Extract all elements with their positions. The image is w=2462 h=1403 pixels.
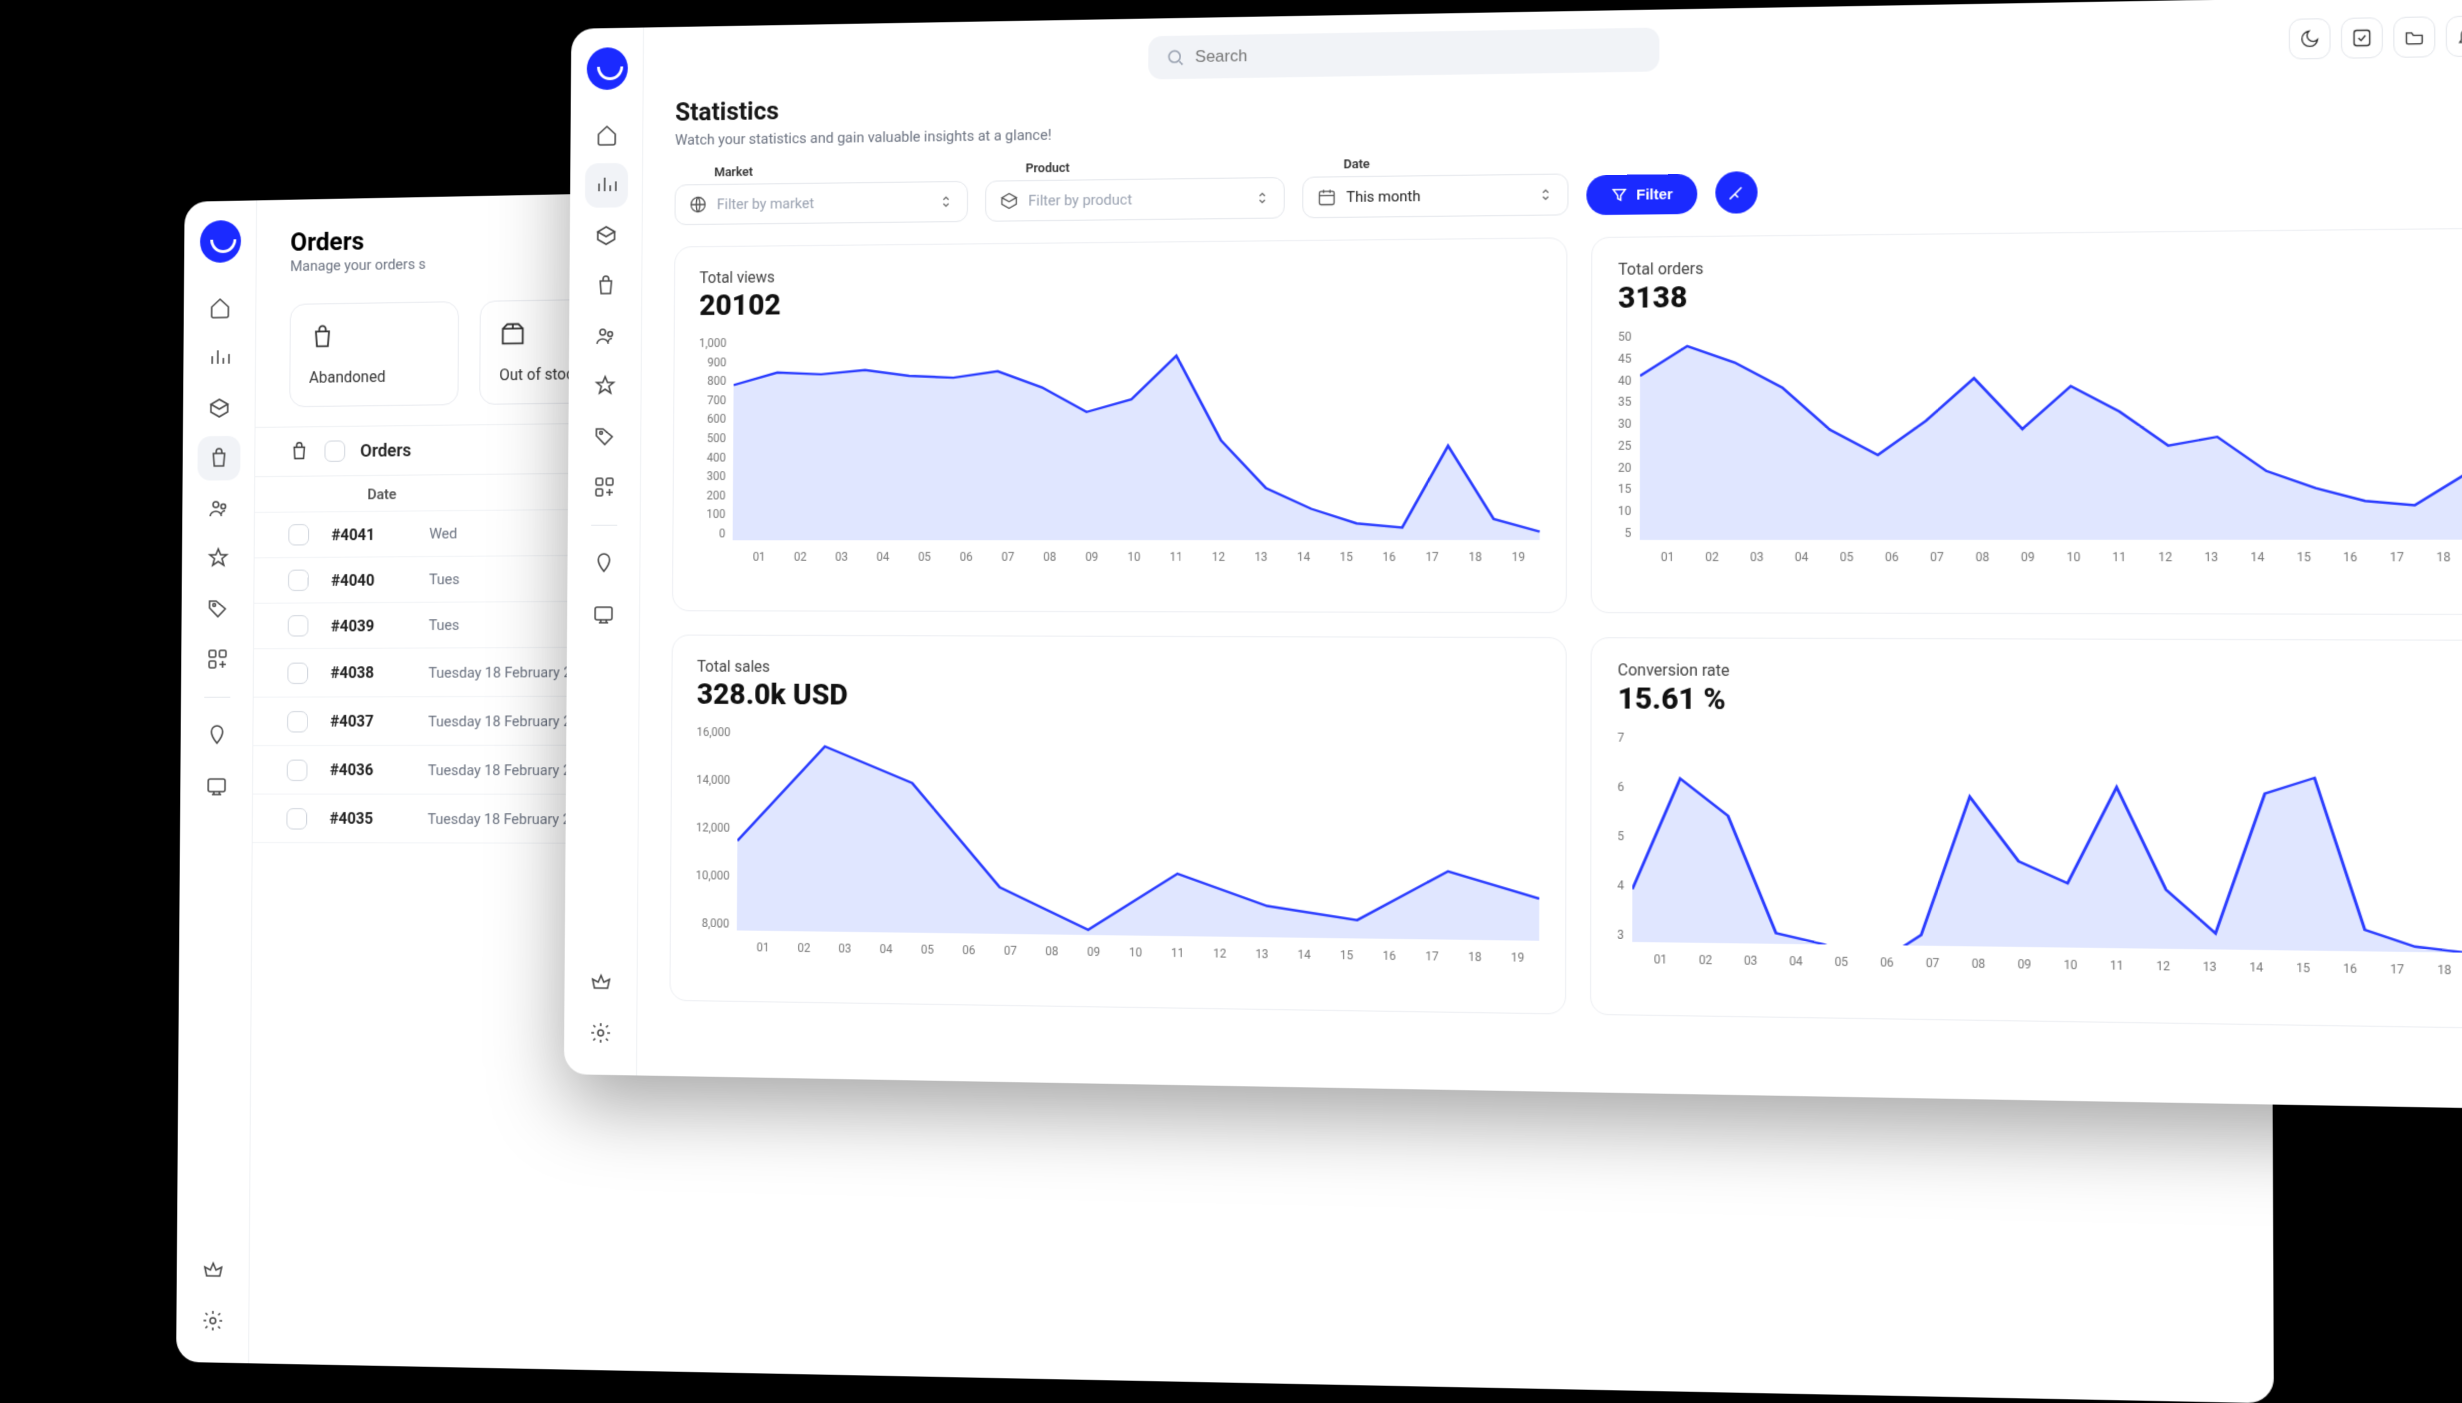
chevron-updown-icon [1538,187,1554,203]
funnel-icon [1610,186,1628,204]
nav-upgrade[interactable] [579,960,622,1005]
nav-upgrade[interactable] [191,1247,234,1292]
order-id: #4035 [330,809,411,828]
stat-card-abandoned[interactable]: Abandoned [289,301,459,407]
logo-icon [586,47,627,90]
nav-products[interactable] [197,386,240,431]
chart-orders: 5045403530252015105 01020304050607080910… [1618,323,2462,591]
filter-date-label: Date [1343,155,1568,173]
nav-settings[interactable] [579,1010,622,1056]
row-checkbox[interactable] [288,570,309,591]
chart-sales: 16,00014,00012,00010,0008,000 0102030405… [695,725,1540,991]
logo-icon [199,220,240,263]
order-id: #4036 [330,761,411,780]
chart-conversion: 76543 0102030405060708091011121314151617… [1617,731,2462,1006]
filter-product[interactable]: Filter by product [985,177,1285,222]
nav-discounts[interactable] [196,586,239,631]
nav-products[interactable] [584,213,627,258]
action-checklist[interactable] [2341,17,2383,59]
search-input[interactable] [1195,40,1642,67]
sidebar [176,200,257,1363]
nav-store[interactable] [195,764,238,809]
sidebar [564,28,644,1076]
nav-orders[interactable] [197,436,240,481]
nav-settings[interactable] [191,1298,234,1344]
nav-apps[interactable] [196,637,239,682]
action-inbox[interactable] [2393,16,2435,58]
bag-icon [309,323,335,350]
nav-activity[interactable] [195,713,238,758]
nav-discounts[interactable] [583,414,626,459]
order-id: #4037 [330,712,411,731]
nav-home[interactable] [198,285,241,330]
chevron-updown-icon [938,194,953,210]
row-checkbox[interactable] [287,711,308,732]
folder-icon [2404,27,2425,48]
order-id: #4039 [331,616,412,635]
checkbox-all[interactable] [324,440,345,462]
nav-customers[interactable] [583,314,626,359]
row-checkbox[interactable] [288,524,309,545]
broom-icon [1726,182,1746,202]
filter-market-label: Market [714,162,968,180]
filter-market[interactable]: Filter by market [674,181,968,225]
globe-icon [689,195,708,215]
check-icon [2351,28,2372,49]
search-icon [1166,47,1185,67]
order-id: #4040 [331,570,412,589]
order-id: #4041 [331,525,412,544]
bag-icon [289,441,310,463]
moon-icon [2299,28,2320,49]
nav-apps[interactable] [582,465,625,510]
nav-customers[interactable] [197,486,240,531]
nav-reviews[interactable] [196,536,239,581]
row-checkbox[interactable] [287,759,308,780]
row-checkbox[interactable] [287,662,308,683]
order-id: #4038 [331,663,412,682]
card-views: Total views 20102 1,00090080070060050040… [672,237,1567,613]
nav-activity[interactable] [582,541,625,586]
table-title: Orders [360,440,411,461]
nav-home[interactable] [585,113,628,158]
row-checkbox[interactable] [288,615,309,636]
chevron-updown-icon [1254,190,1270,206]
card-sales: Total sales 328.0k USD 16,00014,00012,00… [669,635,1566,1015]
search-box[interactable] [1149,28,1660,80]
filter-button[interactable]: Filter [1586,174,1697,215]
window-statistics: Statistics Watch your statistics and gai… [564,0,2462,1110]
action-notifications[interactable] [2446,15,2462,57]
bell-icon [2456,26,2462,47]
filter-product-label: Product [1026,158,1285,176]
nav-orders[interactable] [584,263,627,308]
card-orders: Total orders 3138 5045403530252015105 01… [1591,227,2462,615]
chart-views: 1,0009008007006005004003002001000 010203… [697,330,1540,590]
cube-icon [999,191,1018,211]
row-checkbox[interactable] [286,808,307,829]
calendar-icon [1317,187,1337,207]
nav-reviews[interactable] [583,364,626,409]
nav-analytics[interactable] [584,163,627,208]
filter-date[interactable]: This month [1302,173,1568,218]
nav-store[interactable] [581,592,624,637]
col-date-header: Date [367,485,396,503]
card-conversion: Conversion rate 15.61 % 76543 0102030405… [1590,637,2462,1029]
theme-toggle[interactable] [2289,18,2331,59]
nav-analytics[interactable] [198,336,241,381]
reset-filters-button[interactable] [1715,171,1757,214]
box-icon [499,321,526,349]
